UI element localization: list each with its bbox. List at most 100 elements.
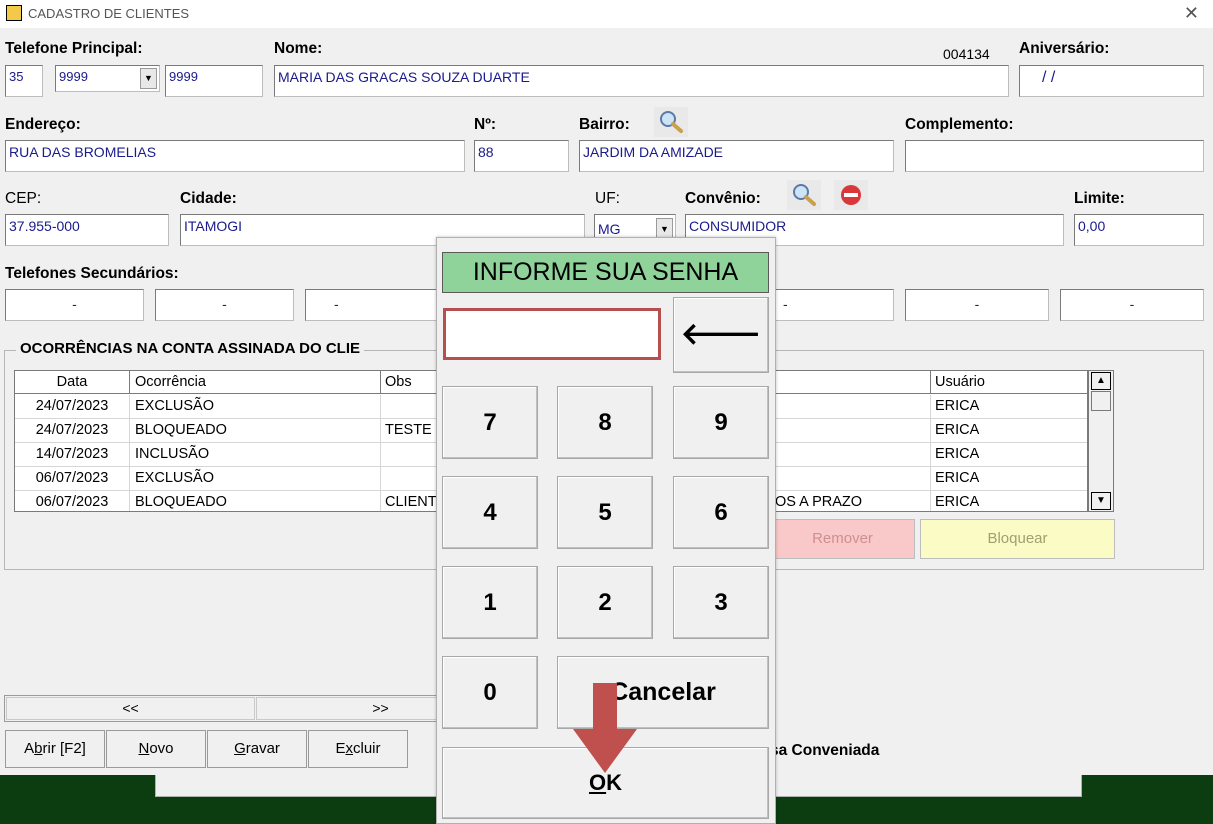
bloquear-button[interactable]: Bloquear xyxy=(920,519,1115,559)
cell-obs-text: CLIENT xyxy=(385,494,437,510)
endereco-field[interactable]: RUA DAS BROMELIAS xyxy=(5,140,465,172)
cep-field[interactable]: 37.955-000 xyxy=(5,214,169,246)
key-0[interactable]: 0 xyxy=(442,656,538,729)
novo-text: ovo xyxy=(149,740,174,757)
arrow-down-icon xyxy=(573,683,637,773)
convenio-label: Convênio: xyxy=(685,190,761,207)
telefone-secundario-2[interactable]: - xyxy=(155,289,294,321)
ok-text: K xyxy=(606,770,622,795)
backspace-icon: 🡐 xyxy=(680,318,762,351)
cep-label: CEP: xyxy=(5,190,42,207)
cidade-label: Cidade: xyxy=(180,190,237,207)
cell-usuario: ERICA xyxy=(935,494,980,510)
cell-ocorrencia: BLOQUEADO xyxy=(131,419,381,443)
telefone-secundario-1[interactable]: - xyxy=(5,289,144,321)
telefone-secundario-5[interactable]: - xyxy=(905,289,1049,321)
window-title: CADASTRO DE CLIENTES xyxy=(28,6,190,21)
grid-scrollbar[interactable]: ▲ ▼ xyxy=(1088,370,1114,512)
cell-ocorrencia: INCLUSÃO xyxy=(131,443,381,467)
bairro-field[interactable]: JARDIM DA AMIZADE xyxy=(579,140,894,172)
key-3[interactable]: 3 xyxy=(673,566,769,639)
key-1[interactable]: 1 xyxy=(442,566,538,639)
nome-label: Nome: xyxy=(274,40,323,57)
client-code: 004134 xyxy=(943,46,990,62)
excluir-accel: x xyxy=(345,740,354,757)
cell-obs-text: TESTE xyxy=(385,422,432,438)
col-ocorrencia[interactable]: Ocorrência xyxy=(131,371,381,394)
telefone-secundario-6[interactable]: - xyxy=(1060,289,1204,321)
search-convenio-icon[interactable] xyxy=(787,180,821,210)
gravar-text: ravar xyxy=(245,740,280,757)
bairro-label: Bairro: xyxy=(579,116,630,133)
app-icon xyxy=(6,5,22,21)
search-bairro-icon[interactable] xyxy=(654,107,688,137)
key-6[interactable]: 6 xyxy=(673,476,769,549)
cell-ocorrencia: EXCLUSÃO xyxy=(131,395,381,419)
excluir-button[interactable]: Excluir xyxy=(308,730,408,768)
complemento-field[interactable] xyxy=(905,140,1204,172)
password-input[interactable] xyxy=(443,308,661,360)
telefone-principal-label: Telefone Principal: xyxy=(5,40,143,57)
excluir-text-a: E xyxy=(335,740,346,757)
uf-value: MG xyxy=(598,221,621,237)
cell-data: 24/07/2023 xyxy=(15,395,130,419)
col-usuario[interactable]: Usuário xyxy=(931,371,1087,394)
title-bar: CADASTRO DE CLIENTES ✕ xyxy=(0,0,1213,28)
key-5[interactable]: 5 xyxy=(557,476,653,549)
endereco-label: Endereço: xyxy=(5,116,81,133)
prev-button[interactable]: << xyxy=(6,697,255,720)
cell-usuario: ERICA xyxy=(935,398,980,414)
numero-field[interactable]: 88 xyxy=(474,140,569,172)
sufixo-field[interactable]: 9999 xyxy=(165,65,263,97)
telefone-secundario-3[interactable]: - xyxy=(305,289,444,321)
uf-label: UF: xyxy=(595,190,620,207)
abrir-text-a: A xyxy=(24,740,35,757)
chevron-down-icon[interactable]: ▼ xyxy=(140,68,157,89)
abrir-text-b: rir [F2] xyxy=(42,740,86,757)
scroll-up-icon[interactable]: ▲ xyxy=(1091,372,1111,390)
key-9[interactable]: 9 xyxy=(673,386,769,459)
limite-field[interactable]: 0,00 xyxy=(1074,214,1204,246)
gravar-accel: G xyxy=(234,740,246,757)
cell-ocorrencia: EXCLUSÃO xyxy=(131,467,381,491)
scroll-down-icon[interactable]: ▼ xyxy=(1091,492,1111,510)
record-navigator: << >> xyxy=(4,695,505,722)
toolbar: Abrir [F2] Novo Gravar Excluir xyxy=(4,730,444,770)
aniversario-label: Aniversário: xyxy=(1019,40,1110,57)
cell-usuario: ERICA xyxy=(935,470,980,486)
cell-data: 14/07/2023 xyxy=(15,443,130,467)
scroll-thumb[interactable] xyxy=(1091,391,1111,411)
ocorrencias-title: OCORRÊNCIAS NA CONTA ASSINADA DO CLIE xyxy=(16,340,365,357)
ddd-field[interactable]: 35 xyxy=(5,65,43,97)
key-8[interactable]: 8 xyxy=(557,386,653,459)
key-7[interactable]: 7 xyxy=(442,386,538,459)
cell-obs-tail: OS A PRAZO xyxy=(775,494,863,510)
key-4[interactable]: 4 xyxy=(442,476,538,549)
prefixo-combo[interactable]: 9999 ▼ xyxy=(55,65,160,92)
backspace-button[interactable]: 🡐 xyxy=(673,297,769,373)
complemento-label: Complemento: xyxy=(905,116,1014,133)
limite-label: Limite: xyxy=(1074,190,1125,207)
cell-data: 06/07/2023 xyxy=(15,467,130,491)
close-icon[interactable]: ✕ xyxy=(1184,3,1199,24)
abrir-button[interactable]: Abrir [F2] xyxy=(5,730,105,768)
cell-data: 24/07/2023 xyxy=(15,419,130,443)
key-2[interactable]: 2 xyxy=(557,566,653,639)
remove-convenio-icon[interactable] xyxy=(834,180,868,210)
col-data[interactable]: Data xyxy=(15,371,130,394)
aniversario-field[interactable]: / / xyxy=(1019,65,1204,97)
excluir-text-b: cluir xyxy=(353,740,381,757)
telefone-secundario-4[interactable]: - xyxy=(770,289,894,321)
telefones-secundarios-label: Telefones Secundários: xyxy=(5,265,179,282)
password-dialog-title: INFORME SUA SENHA xyxy=(442,252,769,293)
cell-usuario: ERICA xyxy=(935,422,980,438)
gravar-button[interactable]: Gravar xyxy=(207,730,307,768)
cell-ocorrencia: BLOQUEADO xyxy=(131,491,381,511)
novo-button[interactable]: Novo xyxy=(106,730,206,768)
ok-accel: O xyxy=(588,770,607,795)
prefixo-value: 9999 xyxy=(59,69,88,84)
remover-button[interactable]: Remover xyxy=(770,519,915,559)
nome-field[interactable]: MARIA DAS GRACAS SOUZA DUARTE xyxy=(274,65,1009,97)
abrir-accel: b xyxy=(34,740,43,757)
cell-usuario: ERICA xyxy=(935,446,980,462)
